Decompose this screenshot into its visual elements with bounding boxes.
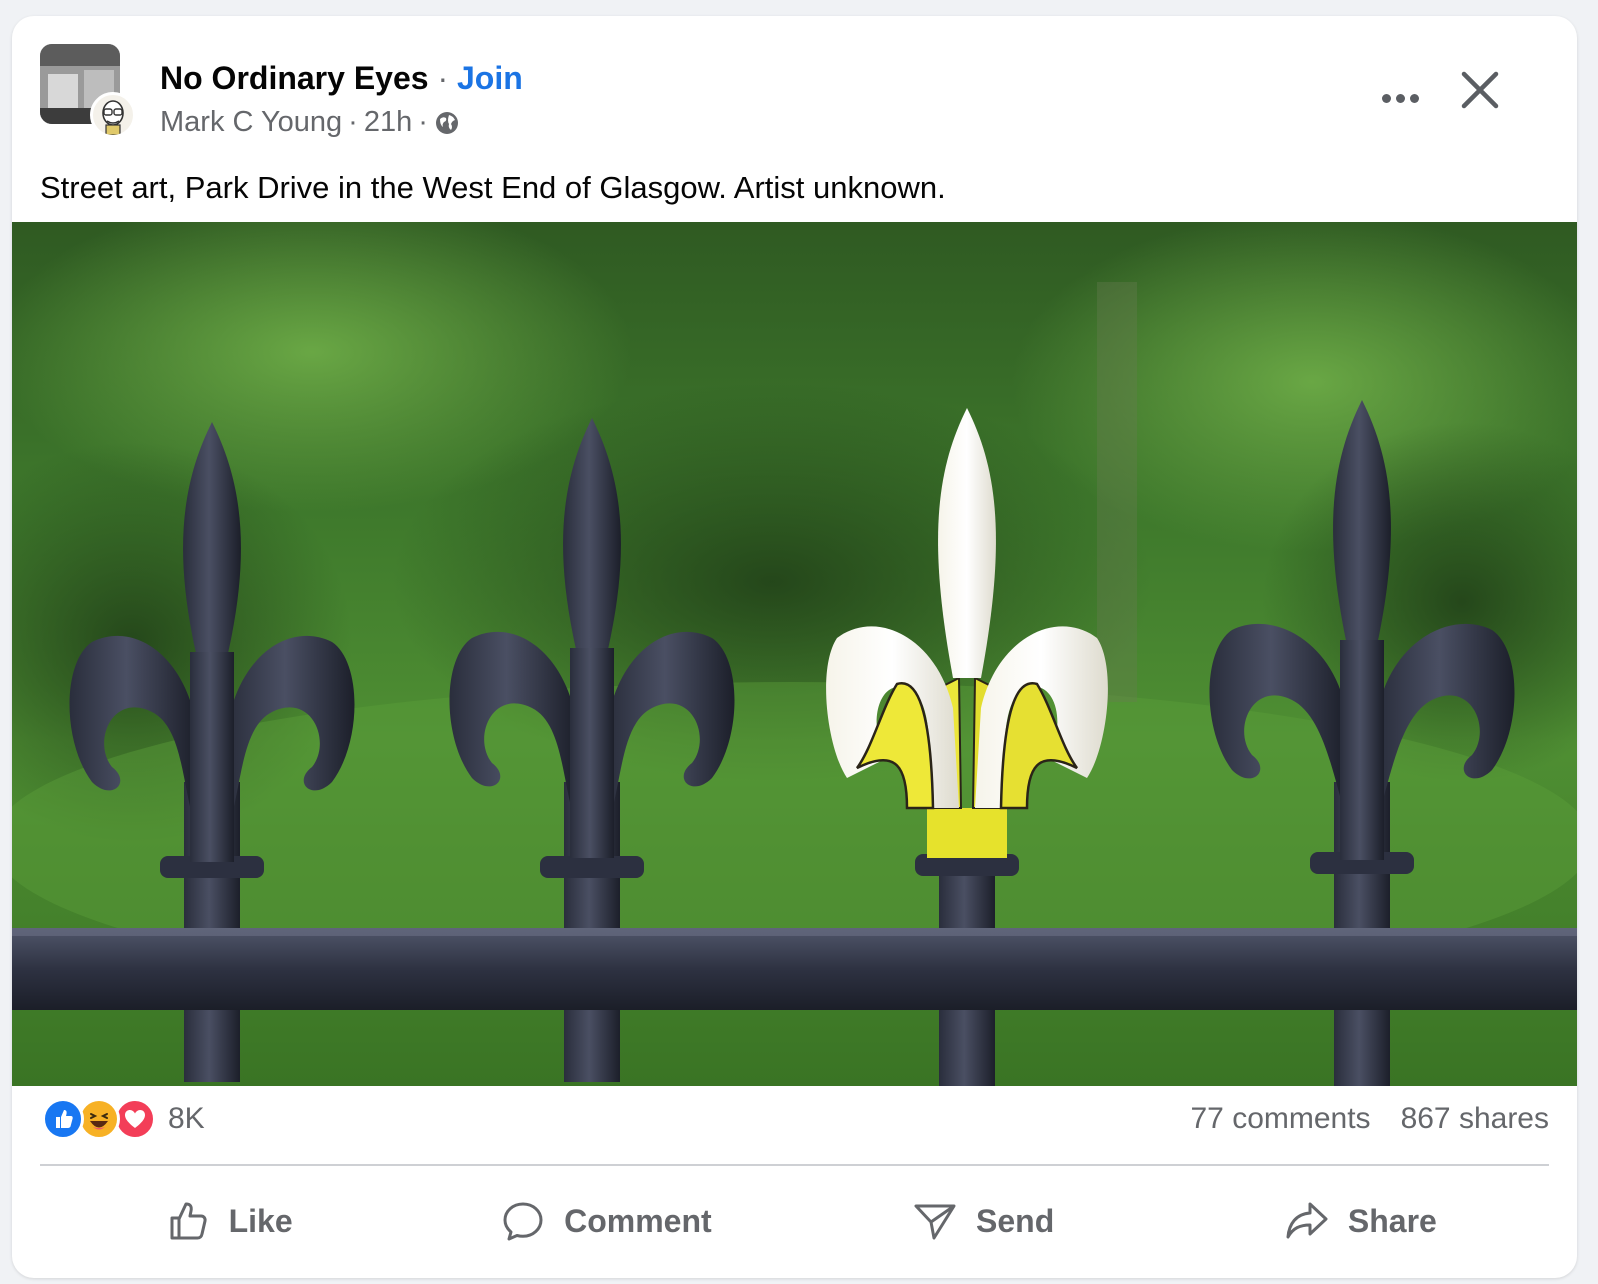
more-dot xyxy=(1395,93,1405,103)
comment-label: Comment xyxy=(564,1202,712,1239)
haha-reaction-icon xyxy=(78,1098,120,1140)
user-avatar[interactable] xyxy=(90,92,136,138)
post-time[interactable]: 21h xyxy=(364,106,412,139)
send-label: Send xyxy=(976,1202,1055,1239)
author-name[interactable]: Mark C Young xyxy=(160,106,342,139)
more-dot xyxy=(1409,93,1419,103)
more-dot xyxy=(1381,93,1391,103)
love-reaction-icon xyxy=(114,1098,156,1140)
globe-icon[interactable] xyxy=(434,110,460,136)
comment-icon xyxy=(503,1202,543,1241)
post-meta: Mark C Young · 21h · xyxy=(160,106,460,139)
close-icon xyxy=(1461,71,1499,109)
separator: · xyxy=(418,106,428,138)
like-reaction-icon xyxy=(42,1098,84,1140)
reaction-count[interactable]: 8K xyxy=(168,1102,205,1136)
close-button[interactable] xyxy=(1452,62,1508,118)
group-name-link[interactable]: No Ordinary Eyes xyxy=(160,60,429,96)
avatar-group[interactable] xyxy=(40,44,136,138)
share-icon xyxy=(1286,1202,1328,1239)
post-stats: 77 comments 867 shares xyxy=(1190,1102,1549,1136)
post-header-title: No Ordinary Eyes · Join xyxy=(160,60,523,97)
separator: · xyxy=(437,60,449,96)
comments-count-link[interactable]: 77 comments xyxy=(1190,1102,1370,1136)
send-icon xyxy=(914,1204,956,1240)
like-label: Like xyxy=(228,1202,293,1239)
thumbs-up-icon xyxy=(170,1202,207,1240)
action-bar: Like Comment Send Share xyxy=(40,1176,1549,1266)
post-card: No Ordinary Eyes · Join Mark C Young · 2… xyxy=(12,16,1577,1278)
share-label: Share xyxy=(1347,1202,1437,1239)
join-button[interactable]: Join xyxy=(457,60,523,96)
more-options-button[interactable] xyxy=(1372,78,1428,118)
separator: · xyxy=(348,106,358,138)
shares-count-link[interactable]: 867 shares xyxy=(1401,1102,1549,1136)
share-button[interactable]: Share xyxy=(1172,1176,1549,1266)
comment-button[interactable]: Comment xyxy=(417,1176,794,1266)
reaction-summary[interactable]: 8K xyxy=(42,1098,205,1140)
post-caption: Street art, Park Drive in the West End o… xyxy=(40,170,946,205)
divider xyxy=(40,1164,1549,1166)
like-button[interactable]: Like xyxy=(40,1176,417,1266)
send-button[interactable]: Send xyxy=(795,1176,1172,1266)
post-photo[interactable] xyxy=(12,222,1577,1086)
